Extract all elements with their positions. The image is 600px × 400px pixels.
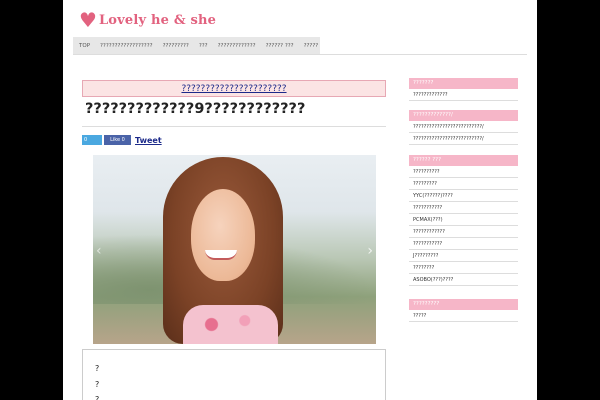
sidebar-link[interactable]: YYC(??????)???? <box>409 190 518 202</box>
content-box: ? ? ? <box>82 349 386 400</box>
sidebar-link[interactable]: ????????? <box>409 178 518 190</box>
photo-smile <box>205 250 237 260</box>
photo-dress <box>183 305 278 344</box>
page: ♥ Lovely he & she ??? TOP ??????????????… <box>63 0 537 400</box>
sidebar-link[interactable]: J????????? <box>409 250 518 262</box>
heart-icon: ♥ <box>79 8 97 32</box>
sidebar-section: ?????????????/ ?????????????????????????… <box>409 110 518 145</box>
bullet-star: ? <box>95 364 100 373</box>
sidebar-section: ??????? ????????????? <box>409 78 518 101</box>
bullet-star: ? <box>95 380 100 389</box>
chevron-right-icon[interactable]: › <box>367 243 373 259</box>
tweet-link[interactable]: Tweet <box>135 136 162 145</box>
sidebar-link[interactable]: ???????????? <box>409 226 518 238</box>
nav-item[interactable]: ????????? <box>163 43 189 49</box>
bullet-star: ? <box>95 395 100 400</box>
divider <box>73 54 527 55</box>
nav-item-top[interactable]: TOP <box>79 43 90 49</box>
photo-face <box>191 189 255 281</box>
nav-item[interactable]: ????????????? <box>218 43 256 49</box>
sidebar-link[interactable]: ??????????????????????????/ <box>409 121 518 133</box>
facebook-like-button[interactable]: Like 0 <box>104 135 131 145</box>
sidebar-section: ?????? ??? ?????????? ????????? YYC(????… <box>409 155 518 286</box>
sidebar-link[interactable]: ????????????? <box>409 89 518 101</box>
sidebar-link[interactable]: ????? <box>409 310 518 322</box>
article-photo: ‹ › <box>93 155 376 344</box>
main-nav: TOP ?????????????????? ????????? ??? ???… <box>73 37 320 54</box>
share-bar: 0 Like 0 Tweet <box>82 135 162 145</box>
category-banner[interactable]: ?????????????????????? <box>82 80 386 97</box>
article-title: ?????????????9???????????? <box>85 101 306 117</box>
sidebar-link[interactable]: ??????????? <box>409 238 518 250</box>
category-link[interactable]: ?????????????????????? <box>181 84 286 94</box>
sidebar-link[interactable]: PCMAX(???) <box>409 214 518 226</box>
sidebar-heading: ?????????????/ <box>409 110 518 121</box>
sidebar-heading: ??????? <box>409 78 518 89</box>
sidebar-link[interactable]: ???????? <box>409 262 518 274</box>
share-count-button[interactable]: 0 <box>82 135 102 145</box>
divider <box>82 126 386 127</box>
sidebar-link[interactable]: ?????????? <box>409 166 518 178</box>
nav-item[interactable]: ?????? ??? <box>266 43 294 49</box>
sidebar-heading: ????????? <box>409 299 518 310</box>
logo-text: Lovely he & she <box>98 12 217 28</box>
sidebar-heading: ?????? ??? <box>409 155 518 166</box>
chevron-left-icon[interactable]: ‹ <box>96 243 102 259</box>
site-logo[interactable]: ♥ Lovely he & she <box>79 8 216 32</box>
sidebar-section: ????????? ????? <box>409 299 518 322</box>
nav-item[interactable]: ????? <box>304 43 319 49</box>
nav-item[interactable]: ??? <box>199 43 208 49</box>
sidebar-link[interactable]: ??????????????????????????/ <box>409 133 518 145</box>
nav-item[interactable]: ?????????????????? <box>100 43 153 49</box>
sidebar-link[interactable]: ??????????? <box>409 202 518 214</box>
sidebar-link[interactable]: ASOBO(???)???? <box>409 274 518 286</box>
